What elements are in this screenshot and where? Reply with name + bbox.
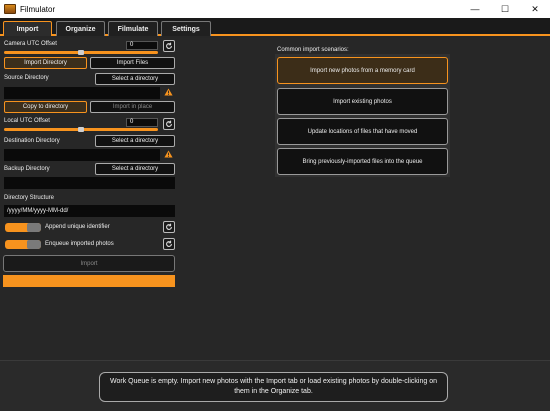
tab-filmulate[interactable]: Filmulate	[108, 21, 158, 36]
backup-directory-label: Backup Directory	[4, 166, 50, 172]
import-button[interactable]: Import	[3, 255, 175, 272]
append-unique-identifier-toggle[interactable]	[5, 223, 41, 232]
import-in-place-button[interactable]: Import in place	[90, 101, 175, 113]
close-button[interactable]: ✕	[520, 0, 550, 18]
backup-select-directory-button[interactable]: Select a directory	[95, 163, 175, 175]
title-bar: Filmulator — ☐ ✕	[0, 0, 550, 18]
scenario-existing-photos-button[interactable]: Import existing photos	[277, 88, 448, 115]
window-title: Filmulator	[20, 4, 56, 14]
destination-directory-label: Destination Directory	[4, 138, 60, 144]
camera-utc-offset-value[interactable]: 0	[126, 41, 158, 50]
import-files-button[interactable]: Import Files	[90, 57, 175, 69]
scenarios-title: Common import scenarios:	[277, 47, 349, 53]
import-progress-bar	[3, 275, 175, 287]
reset-icon[interactable]	[163, 118, 175, 130]
copy-to-directory-button[interactable]: Copy to directory	[4, 101, 87, 113]
enqueue-imported-photos-label: Enqueue imported photos	[45, 241, 114, 247]
maximize-button[interactable]: ☐	[490, 0, 520, 18]
reset-icon[interactable]	[163, 238, 175, 250]
reset-icon[interactable]	[163, 40, 175, 52]
directory-structure-field[interactable]: /yyyy/MM/yyyy-MM-dd/	[4, 205, 175, 217]
camera-utc-offset-slider-thumb[interactable]	[78, 50, 84, 55]
work-queue: Work Queue is empty. Import new photos w…	[0, 360, 550, 411]
window-controls: — ☐ ✕	[460, 0, 550, 18]
source-directory-label: Source Directory	[4, 75, 49, 81]
append-unique-identifier-label: Append unique identifier	[45, 224, 110, 230]
tab-import[interactable]: Import	[3, 21, 52, 36]
local-utc-offset-slider-thumb[interactable]	[78, 127, 84, 132]
local-utc-offset-slider[interactable]	[4, 127, 158, 132]
destination-directory-field[interactable]	[4, 149, 160, 161]
source-directory-field[interactable]	[4, 87, 160, 99]
tab-settings[interactable]: Settings	[161, 21, 211, 36]
tab-bar: Import Organize Filmulate Settings	[0, 18, 550, 36]
minimize-button[interactable]: —	[460, 0, 490, 18]
source-select-directory-button[interactable]: Select a directory	[95, 73, 175, 85]
warning-icon	[164, 88, 173, 96]
import-panel: Camera UTC Offset 0 Import Directory Imp…	[0, 38, 550, 360]
import-directory-button[interactable]: Import Directory	[4, 57, 87, 69]
local-utc-offset-label: Local UTC Offset	[4, 118, 50, 124]
scenario-bring-into-queue-button[interactable]: Bring previously-imported files into the…	[277, 148, 448, 175]
directory-structure-label: Directory Structure	[4, 195, 55, 201]
scenario-memory-card-button[interactable]: Import new photos from a memory card	[277, 57, 448, 84]
camera-utc-offset-label: Camera UTC Offset	[4, 41, 57, 47]
enqueue-imported-photos-toggle[interactable]	[5, 240, 41, 249]
warning-icon	[164, 150, 173, 158]
reset-icon[interactable]	[163, 221, 175, 233]
work-queue-message: Work Queue is empty. Import new photos w…	[99, 372, 448, 402]
scenario-update-locations-button[interactable]: Update locations of files that have move…	[277, 118, 448, 145]
destination-select-directory-button[interactable]: Select a directory	[95, 135, 175, 147]
toggle-knob	[27, 240, 41, 249]
local-utc-offset-value[interactable]: 0	[126, 118, 158, 127]
tab-organize[interactable]: Organize	[56, 21, 105, 36]
toggle-knob	[27, 223, 41, 232]
camera-utc-offset-slider[interactable]	[4, 50, 158, 55]
app-logo-icon	[4, 4, 16, 14]
backup-directory-field[interactable]	[4, 177, 175, 189]
